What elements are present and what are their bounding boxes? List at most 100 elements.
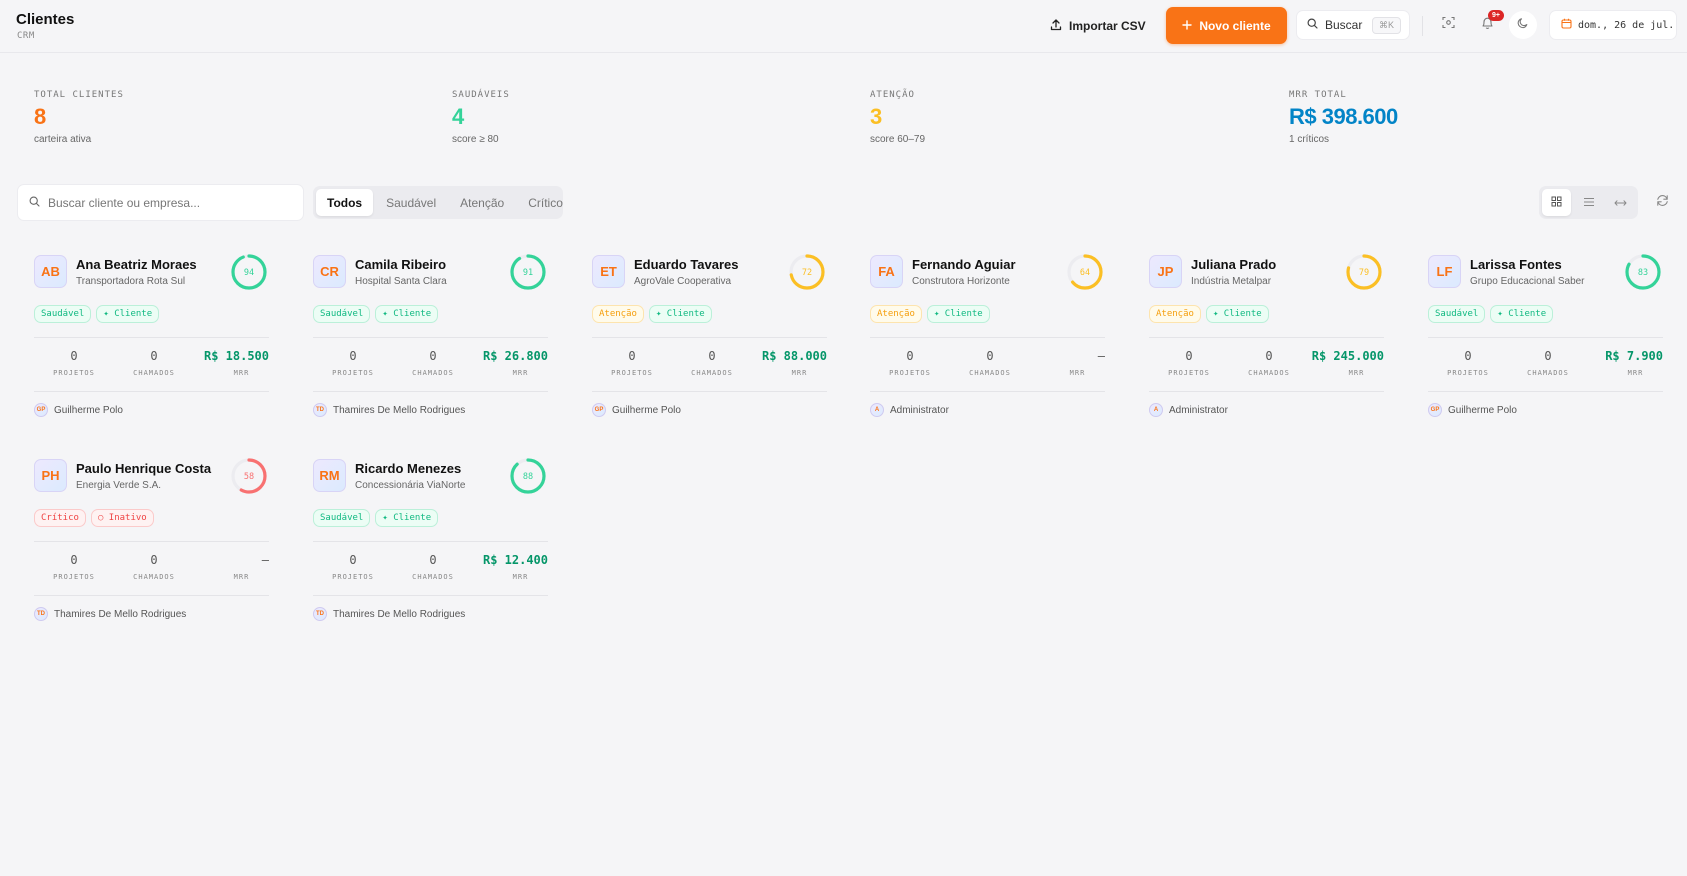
- health-score-value: 83: [1638, 268, 1648, 278]
- client-card[interactable]: PH Paulo Henrique Costa Energia Verde S.A.…: [34, 458, 269, 649]
- metric-mrr: R$ 7.900 MRR: [1588, 349, 1663, 377]
- client-name: Fernando Aguiar: [912, 257, 1016, 272]
- global-search-button[interactable]: Buscar ⌘K: [1296, 10, 1410, 40]
- projects-count: 0: [1464, 349, 1472, 363]
- page-subtitle: CRM: [17, 31, 35, 41]
- mrr-label: MRR: [791, 369, 808, 377]
- view-mode-toggle: [1539, 186, 1638, 219]
- metric-projects: 0 PROJETOS: [1428, 349, 1508, 377]
- client-name: Ricardo Menezes: [355, 461, 462, 476]
- client-tags: Saudável ✦ Cliente: [1428, 305, 1554, 323]
- theme-toggle-button[interactable]: [1509, 11, 1537, 39]
- refresh-icon: [1656, 194, 1669, 212]
- filter-tab-healthy[interactable]: Saudável: [375, 189, 447, 216]
- client-card[interactable]: AB Ana Beatriz Moraes Transportadora Rota …: [34, 254, 269, 445]
- card-divider: [1428, 391, 1663, 392]
- owner-avatar: TD: [313, 403, 327, 417]
- status-badge: Saudável: [313, 305, 371, 323]
- client-metrics: 0 PROJETOS 0 CHAMADOS R$ 245.000 MRR: [1149, 349, 1384, 377]
- client-tags: Atenção ✦ Cliente: [1149, 305, 1269, 323]
- filter-tab-attention[interactable]: Atenção: [449, 189, 515, 216]
- new-client-button[interactable]: Novo cliente: [1166, 7, 1287, 44]
- owner-name: Thamires De Mello Rodrigues: [333, 404, 466, 416]
- metric-mrr: R$ 18.500 MRR: [194, 349, 269, 377]
- client-card[interactable]: JP Juliana Prado Indústria Metalpar 79 Atenç…: [1149, 254, 1384, 445]
- status-badge: Atenção: [1149, 305, 1201, 323]
- page-header: Clientes CRM Importar CSV Novo cliente B…: [0, 0, 1687, 53]
- account-owner: GP Guilherme Polo: [1428, 403, 1517, 417]
- status-badge: Crítico: [34, 509, 86, 527]
- client-card[interactable]: FA Fernando Aguiar Construtora Horizonte 64…: [870, 254, 1105, 445]
- grid-view-button[interactable]: [1542, 189, 1571, 216]
- client-card[interactable]: CR Camila Ribeiro Hospital Santa Clara 91 Sa…: [313, 254, 548, 445]
- client-card[interactable]: ET Eduardo Tavares AgroVale Cooperativa 72 A…: [592, 254, 827, 445]
- client-card[interactable]: RM Ricardo Menezes Concessionária ViaNorte…: [313, 458, 548, 649]
- card-divider: [34, 541, 269, 542]
- upload-icon: [1050, 18, 1062, 34]
- moon-icon: [1517, 16, 1529, 34]
- metric-projects: 0 PROJETOS: [313, 553, 393, 581]
- metric-tickets: 0 CHAMADOS: [393, 349, 473, 377]
- metric-tickets: 0 CHAMADOS: [1229, 349, 1309, 377]
- filter-tab-critical[interactable]: Crítico: [517, 189, 574, 216]
- metric-projects: 0 PROJETOS: [34, 553, 114, 581]
- mrr-label: MRR: [512, 369, 529, 377]
- search-shortcut: ⌘K: [1371, 16, 1401, 34]
- client-avatar: LF: [1428, 255, 1461, 288]
- date-selector[interactable]: dom., 26 de jul.: [1549, 10, 1677, 40]
- search-icon: [1307, 18, 1318, 32]
- focus-mode-button[interactable]: [1434, 11, 1462, 39]
- metric-mrr: R$ 12.400 MRR: [473, 553, 548, 581]
- mrr-label: MRR: [512, 573, 529, 581]
- tickets-count: 0: [150, 349, 158, 363]
- notifications-button[interactable]: 9+: [1473, 10, 1504, 39]
- import-csv-button[interactable]: Importar CSV: [1050, 16, 1146, 36]
- owner-avatar: GP: [34, 403, 48, 417]
- mrr-label: MRR: [1348, 369, 1365, 377]
- mrr-value: R$ 26.800: [482, 349, 548, 363]
- plus-icon: [1182, 19, 1193, 33]
- stat-value: 8: [34, 104, 46, 129]
- client-metrics: 0 PROJETOS 0 CHAMADOS — MRR: [34, 553, 269, 581]
- list-icon: [1583, 194, 1595, 212]
- status-badge: Saudável: [34, 305, 92, 323]
- client-card[interactable]: LF Larissa Fontes Grupo Educacional Saber 8…: [1428, 254, 1663, 445]
- search-icon: [29, 194, 40, 212]
- owner-name: Guilherme Polo: [612, 404, 681, 416]
- refresh-button[interactable]: [1650, 191, 1674, 215]
- client-search-input[interactable]: [48, 195, 288, 210]
- status-filter-tabs: Todos Saudável Atenção Crítico: [313, 186, 563, 219]
- mrr-label: MRR: [233, 369, 250, 377]
- status-badge: Atenção: [870, 305, 922, 323]
- client-search: [17, 184, 304, 221]
- mrr-label: MRR: [1627, 369, 1644, 377]
- client-avatar: RM: [313, 459, 346, 492]
- account-owner: GP Guilherme Polo: [34, 403, 123, 417]
- projects-count: 0: [1185, 349, 1193, 363]
- health-score-ring: 83: [1625, 254, 1661, 290]
- stat-mrr-total: MRR TOTAL R$ 398.600 1 críticos: [1289, 90, 1398, 145]
- projects-count: 0: [349, 553, 357, 567]
- compact-view-button[interactable]: [1606, 189, 1635, 216]
- list-view-button[interactable]: [1574, 189, 1603, 216]
- client-avatar: CR: [313, 255, 346, 288]
- health-score-value: 58: [244, 472, 254, 482]
- mrr-value: R$ 7.900: [1605, 349, 1663, 363]
- client-company: Concessionária ViaNorte: [355, 480, 466, 491]
- metric-projects: 0 PROJETOS: [1149, 349, 1229, 377]
- client-metrics: 0 PROJETOS 0 CHAMADOS R$ 7.900 MRR: [1428, 349, 1663, 377]
- metric-tickets: 0 CHAMADOS: [114, 349, 194, 377]
- client-metrics: 0 PROJETOS 0 CHAMADOS — MRR: [870, 349, 1105, 377]
- client-company: Energia Verde S.A.: [76, 480, 162, 491]
- client-avatar: AB: [34, 255, 67, 288]
- account-owner: TD Thamires De Mello Rodrigues: [34, 607, 186, 621]
- status-badge: Atenção: [592, 305, 644, 323]
- client-company: AgroVale Cooperativa: [634, 276, 732, 287]
- page-title: Clientes: [16, 11, 75, 28]
- filter-tab-all[interactable]: Todos: [316, 189, 374, 216]
- projects-count: 0: [906, 349, 914, 363]
- type-badge: ✦ Cliente: [375, 509, 439, 527]
- tickets-label: CHAMADOS: [1248, 369, 1290, 377]
- mrr-value: R$ 18.500: [203, 349, 269, 363]
- tickets-label: CHAMADOS: [412, 369, 454, 377]
